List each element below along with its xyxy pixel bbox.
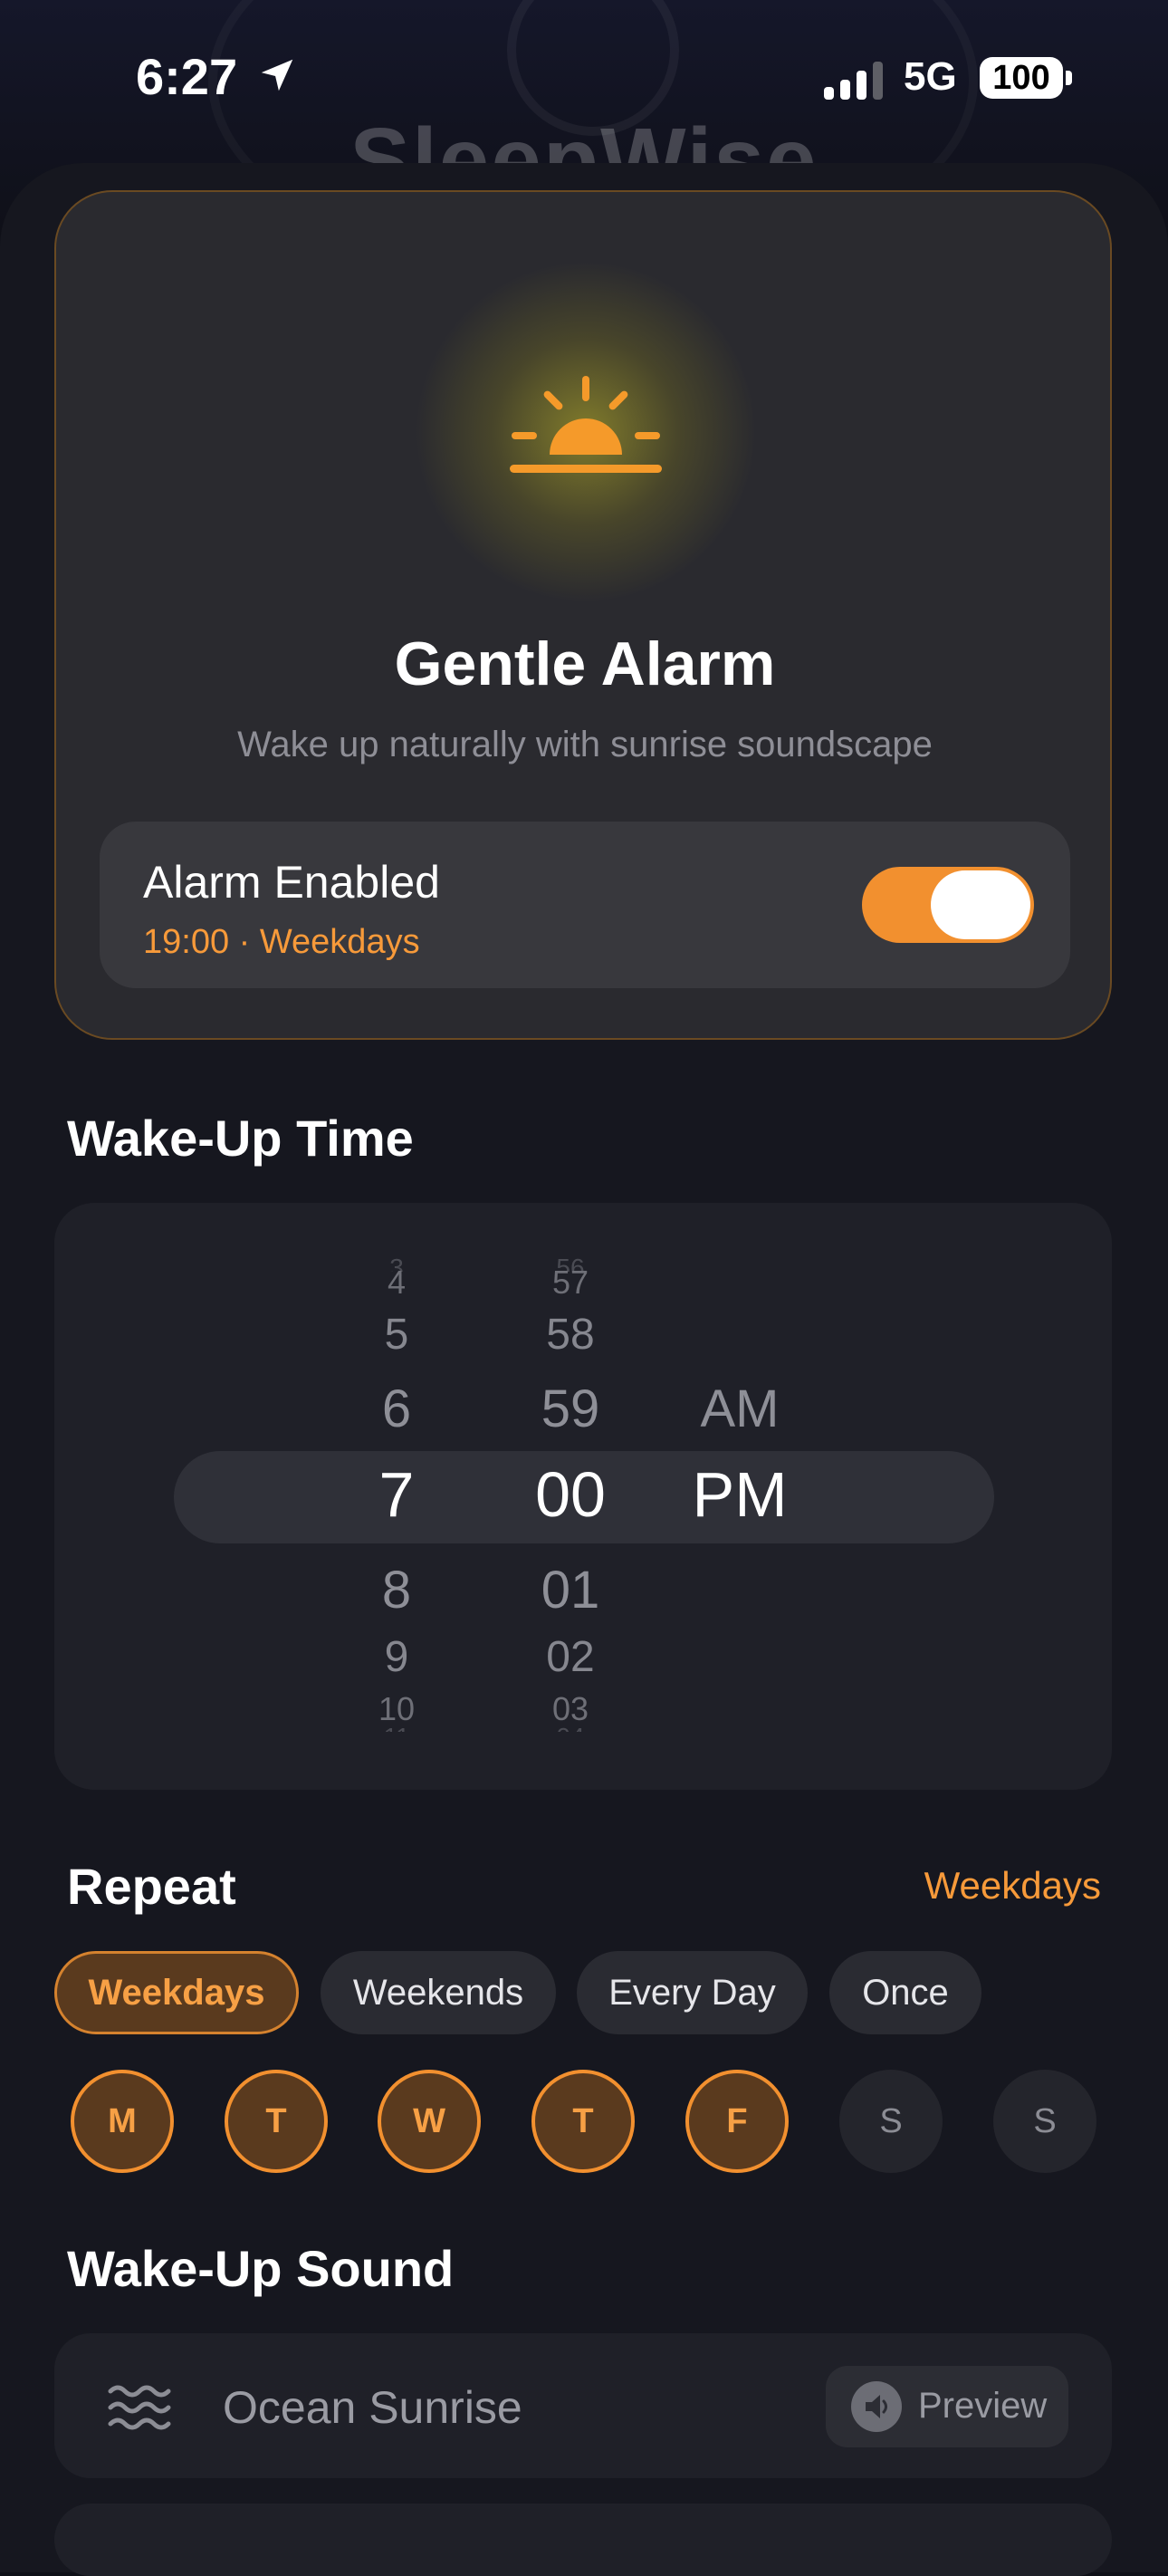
preview-button[interactable]: Preview xyxy=(826,2366,1068,2447)
picker-item: AM xyxy=(700,1379,780,1438)
alarm-title: Gentle Alarm xyxy=(394,630,776,698)
chip-weekends[interactable]: Weekends xyxy=(321,1951,556,2034)
waves-icon xyxy=(108,2385,171,2430)
picker-item: 59 xyxy=(541,1379,600,1438)
sound-row[interactable]: Ocean Sunrise Preview xyxy=(54,2333,1112,2478)
next-section-card xyxy=(54,2504,1112,2576)
picker-item: 8 xyxy=(381,1561,412,1620)
alarm-enabled-toggle[interactable] xyxy=(862,867,1034,943)
chip-once[interactable]: Once xyxy=(829,1951,981,2034)
speaker-icon xyxy=(851,2381,902,2432)
time-picker: 3 4 5 6 7 8 9 10 11 56 57 58 59 00 01 02… xyxy=(54,1203,1112,1790)
picker-item: 4 xyxy=(387,1264,407,1301)
alarm-enabled-row: Alarm Enabled 19:00 · Weekdays xyxy=(100,822,1070,988)
picker-item: 58 xyxy=(546,1311,595,1359)
day-thursday[interactable]: T xyxy=(531,2070,635,2173)
location-arrow-icon xyxy=(261,59,293,91)
cellular-signal-icon xyxy=(824,62,883,100)
repeat-current-value: Weekdays xyxy=(924,1864,1101,1907)
picker-item: 5 xyxy=(384,1311,409,1359)
picker-item: 03 xyxy=(551,1690,589,1721)
alarm-subtitle: Wake up naturally with sunrise soundscap… xyxy=(237,725,933,764)
picker-item: 11 xyxy=(306,1723,487,1732)
picker-item: 02 xyxy=(546,1633,595,1681)
network-type: 5G xyxy=(904,54,957,99)
sound-name: Ocean Sunrise xyxy=(223,2382,522,2433)
day-monday[interactable]: M xyxy=(71,2070,174,2173)
status-time: 6:27 xyxy=(136,48,238,105)
battery-tip xyxy=(1066,71,1072,85)
picker-item: 10 xyxy=(378,1690,416,1721)
selected-hour: 7 xyxy=(378,1459,415,1530)
day-friday[interactable]: F xyxy=(685,2070,789,2173)
day-sunday[interactable]: S xyxy=(993,2070,1096,2173)
sunrise-icon xyxy=(510,376,662,473)
day-tuesday[interactable]: T xyxy=(225,2070,328,2173)
selected-period: PM xyxy=(692,1459,788,1530)
wake-up-time-heading: Wake-Up Time xyxy=(67,1110,414,1167)
day-wednesday[interactable]: W xyxy=(378,2070,481,2173)
picker-item: 04 xyxy=(480,1723,661,1732)
alarm-card: Gentle Alarm Wake up naturally with sunr… xyxy=(54,190,1112,1040)
picker-item: 6 xyxy=(381,1379,412,1438)
wake-up-sound-heading: Wake-Up Sound xyxy=(67,2240,455,2297)
alarm-enabled-label: Alarm Enabled xyxy=(143,857,440,908)
selected-minute: 00 xyxy=(535,1459,606,1530)
picker-item: 01 xyxy=(541,1561,600,1620)
toggle-knob xyxy=(931,870,1030,939)
day-saturday[interactable]: S xyxy=(839,2070,943,2173)
picker-item: 9 xyxy=(384,1633,409,1681)
picker-item: 57 xyxy=(551,1264,589,1301)
chip-every-day[interactable]: Every Day xyxy=(577,1951,808,2034)
battery-icon: 100 xyxy=(980,57,1063,99)
chip-weekdays[interactable]: Weekdays xyxy=(54,1951,299,2034)
repeat-heading: Repeat xyxy=(67,1858,236,1915)
preview-label: Preview xyxy=(918,2386,1048,2426)
status-bar: 6:27 5G 100 xyxy=(0,0,1168,159)
alarm-schedule-summary: 19:00 · Weekdays xyxy=(143,923,420,961)
